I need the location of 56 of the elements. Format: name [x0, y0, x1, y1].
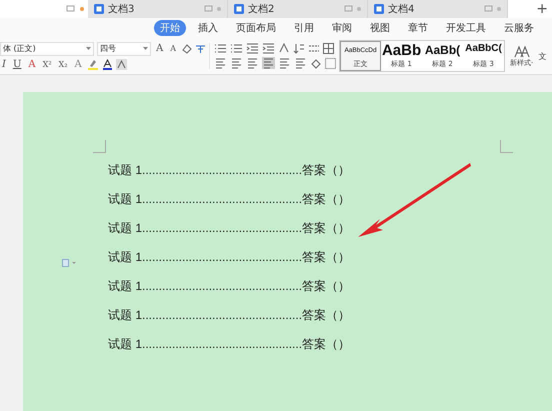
document-title: 文档2 — [248, 2, 274, 16]
ribbon-tab[interactable]: 章节 — [402, 20, 434, 36]
font-color-icon[interactable] — [102, 59, 113, 70]
align-icon[interactable] — [214, 57, 228, 69]
caret-icon — [143, 47, 148, 50]
document-icon — [374, 4, 384, 14]
question-line: 试题 1................................................答案（） — [108, 220, 352, 237]
underline-button[interactable]: U — [10, 58, 24, 70]
question-line: 试题 1................................................答案（） — [108, 278, 352, 295]
margin-corner-mark — [500, 140, 513, 153]
list-icon[interactable] — [214, 43, 228, 54]
status-dot-icon — [80, 7, 84, 11]
ribbon-tab[interactable]: 引用 — [288, 20, 320, 36]
border-icon[interactable] — [325, 58, 336, 68]
ribbon-tab[interactable]: 开始 — [154, 20, 186, 36]
align-icon[interactable] — [246, 57, 260, 69]
list-icon[interactable] — [230, 43, 244, 54]
shrink-font-button[interactable]: A — [168, 42, 178, 54]
question-line: 试题 1................................................答案（） — [108, 336, 352, 353]
indent-icon[interactable] — [262, 43, 276, 54]
grow-font-button[interactable]: A — [154, 42, 166, 54]
spacing-icon[interactable] — [308, 43, 320, 54]
new-tab-button[interactable]: + — [532, 0, 552, 18]
color-button[interactable]: A — [26, 58, 38, 70]
indent-icon[interactable] — [246, 43, 260, 54]
char-shading-icon[interactable] — [116, 59, 127, 70]
sub-button[interactable]: X₂ — [56, 58, 70, 70]
align-icon[interactable] — [294, 57, 308, 69]
document-title: 文档4 — [388, 2, 414, 16]
ribbon-tab[interactable]: 插入 — [192, 20, 224, 36]
sort-icon[interactable] — [293, 43, 306, 54]
question-line: 试题 1................................................答案（） — [108, 162, 352, 179]
margin-corner-mark — [93, 140, 106, 153]
font-name-field[interactable]: 体 (正文) — [0, 42, 94, 56]
document-icon — [234, 4, 244, 14]
align-icon[interactable] — [262, 57, 276, 69]
document-title: 文档3 — [108, 2, 134, 16]
table-icon[interactable] — [323, 43, 334, 54]
ribbon-tab[interactable]: 视图 — [364, 20, 396, 36]
align-icon[interactable] — [230, 57, 244, 69]
style-icon — [514, 44, 530, 58]
question-line: 试题 1................................................答案（） — [108, 191, 352, 208]
question-line: 试题 1................................................答案（） — [108, 307, 352, 324]
document-icon — [94, 4, 104, 14]
ribbon-tab[interactable]: 云服务 — [498, 20, 540, 36]
ribbon-tab[interactable]: 开发工具 — [440, 20, 492, 36]
ribbon-tab[interactable]: 审阅 — [326, 20, 358, 36]
font-size-field[interactable]: 四号 — [97, 42, 151, 56]
question-line: 试题 1................................................答案（） — [108, 249, 352, 266]
italic-button[interactable]: I — [0, 58, 8, 70]
align-icon[interactable] — [278, 57, 292, 69]
sup-button[interactable]: X² — [40, 58, 54, 70]
ribbon-tab[interactable]: 页面布局 — [230, 20, 282, 36]
caret-icon — [86, 47, 91, 50]
paragraph-marker-icon[interactable] — [62, 259, 76, 267]
text-tool-button[interactable]: 文 — [538, 50, 546, 62]
